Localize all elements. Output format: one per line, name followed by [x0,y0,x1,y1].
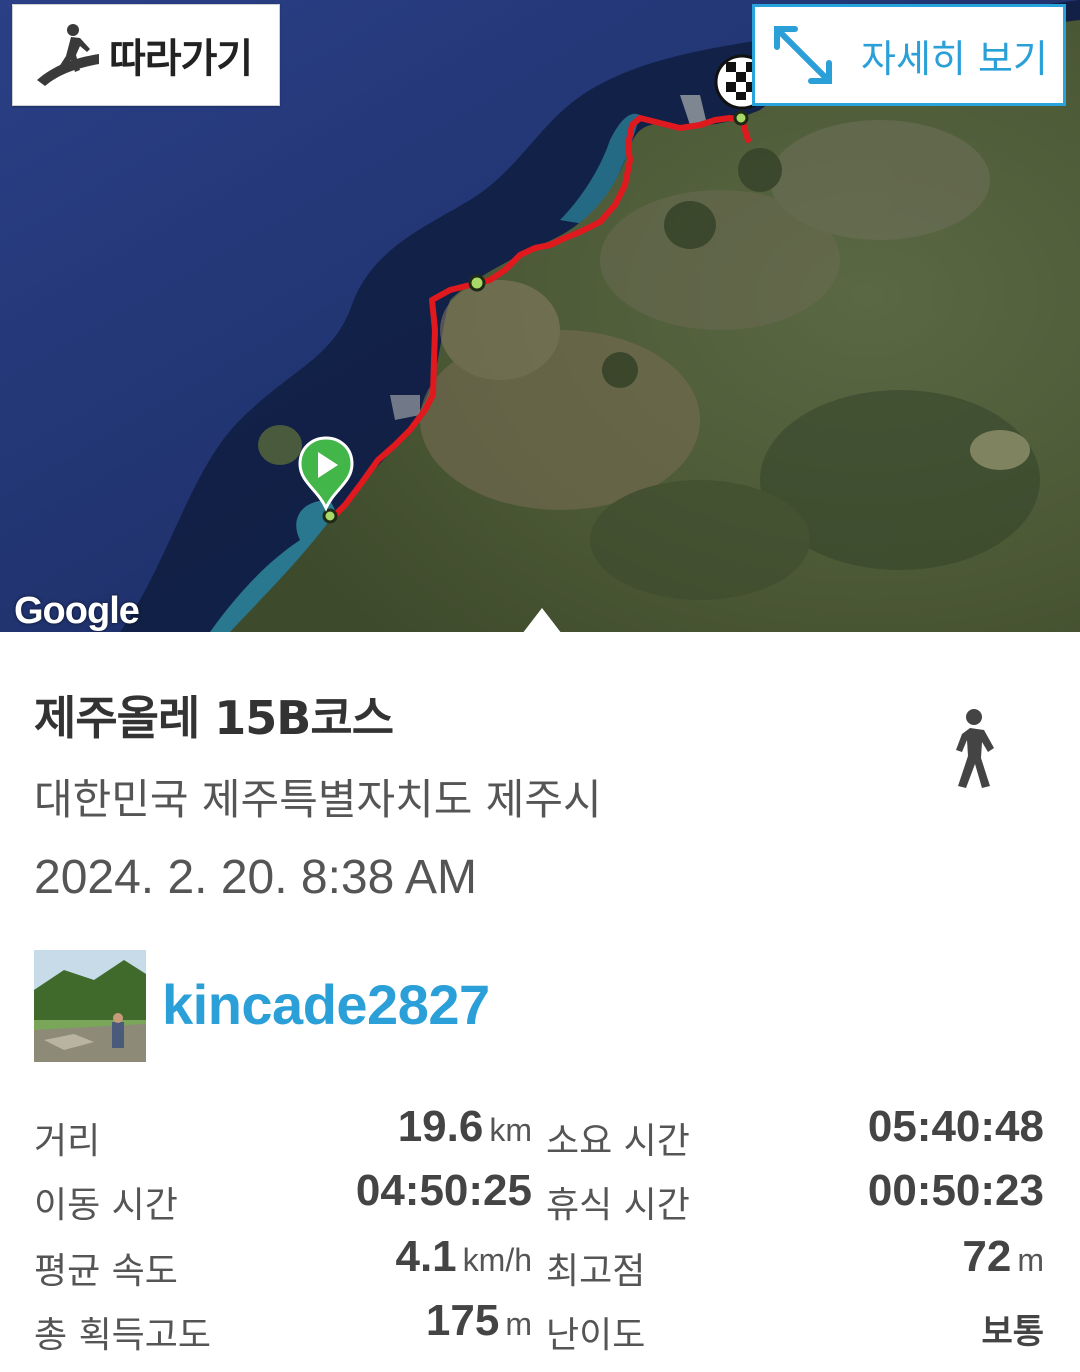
route-map[interactable]: 따라가기 자세히 보기 Google [0,0,1080,632]
rest-time-value: 00:50:23 [867,1166,1044,1215]
view-details-label: 자세히 보기 [861,36,1048,81]
distance-label: 거리 [34,1121,101,1162]
max-altitude-value: 72 m [962,1232,1044,1281]
stats-row: 거리 19.6 km 소요 시간 05:40:48 [0,1102,1080,1166]
expand-icon [774,26,832,84]
total-time-value: 05:40:48 [867,1102,1044,1151]
avg-speed-label: 평균 속도 [34,1251,178,1292]
follow-button[interactable]: 따라가기 [12,4,280,106]
difficulty-label: 난이도 [546,1315,646,1356]
username-link[interactable]: kincade2827 [162,972,490,1037]
rest-time-label: 휴식 시간 [546,1185,690,1226]
view-details-button[interactable]: 자세히 보기 [752,4,1066,106]
distance-value: 19.6 km [397,1102,532,1151]
stats-row: 평균 속도 4.1 km/h 최고점 72 m [0,1232,1080,1296]
elevation-gain-label: 총 획득고도 [34,1315,212,1356]
track-datetime: 2024. 2. 20. 8:38 AM [34,851,477,904]
total-time-label: 소요 시간 [546,1121,690,1162]
walking-icon [956,709,994,788]
stats-row: 총 획득고도 175 m 난이도 보통 [0,1296,1080,1360]
user-avatar[interactable] [34,950,146,1062]
moving-time-value: 04:50:25 [355,1166,532,1215]
google-logo: Google [14,590,140,632]
track-location: 대한민국 제주특별자치도 제주시 [34,775,602,824]
elevation-gain-value: 175 m [425,1296,532,1345]
hiker-follow-icon [37,24,99,86]
max-altitude-label: 최고점 [546,1251,646,1292]
difficulty-value: 보통 [981,1312,1044,1352]
waypoint-marker [468,274,486,292]
stats-row: 이동 시간 04:50:25 휴식 시간 00:50:23 [0,1166,1080,1230]
map-pointer [522,608,562,632]
follow-label: 따라가기 [109,36,253,82]
avg-speed-value: 4.1 km/h [395,1232,532,1281]
moving-time-label: 이동 시간 [34,1185,178,1226]
track-title: 제주올레 15B코스 [34,691,394,745]
